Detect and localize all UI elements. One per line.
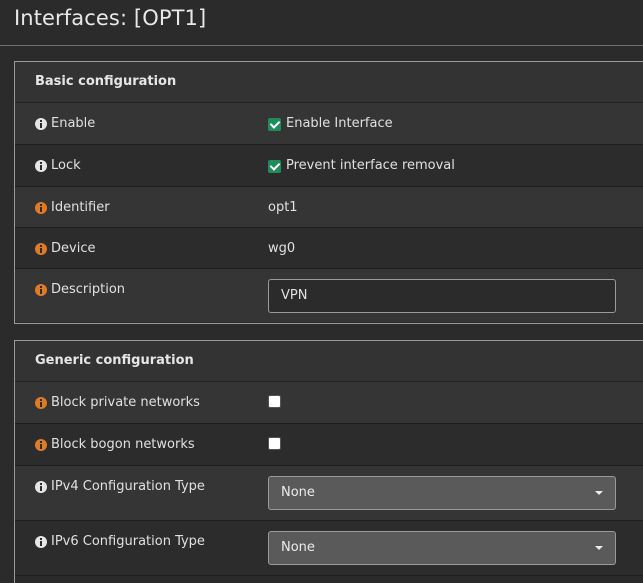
row-device: Device wg0 [15, 228, 643, 269]
info-icon[interactable] [35, 481, 47, 493]
basic-configuration-header: Basic configuration [15, 62, 643, 103]
block-bogon-label[interactable]: Block bogon networks [35, 437, 195, 453]
info-icon[interactable] [35, 160, 47, 172]
info-icon[interactable] [35, 439, 47, 451]
block-private-label-text: Block private networks [51, 395, 200, 410]
identifier-label-text: Identifier [51, 200, 110, 215]
row-ipv4-type: IPv4 Configuration Type None [15, 466, 643, 521]
device-value: wg0 [268, 241, 296, 256]
info-icon[interactable] [35, 536, 47, 548]
generic-configuration-panel: Generic configuration Block private netw… [14, 340, 643, 583]
checkbox-checked-icon[interactable] [268, 117, 281, 131]
ipv4-type-label-text: IPv4 Configuration Type [51, 479, 205, 494]
row-enable: Enable Enable Interface [15, 103, 643, 145]
row-block-bogon: Block bogon networks [15, 424, 643, 466]
info-icon[interactable] [35, 397, 47, 409]
ipv6-type-label-text: IPv6 Configuration Type [51, 534, 205, 549]
block-bogon-checkbox[interactable] [268, 437, 286, 450]
basic-configuration-panel: Basic configuration Enable Enable Interf… [14, 61, 643, 324]
page-title: Interfaces: [OPT1] [14, 6, 207, 30]
block-bogon-label-text: Block bogon networks [51, 437, 195, 452]
block-private-checkbox[interactable] [268, 395, 286, 408]
identifier-value: opt1 [268, 200, 298, 215]
ipv6-type-select[interactable]: None [268, 531, 616, 565]
description-label-text: Description [51, 282, 126, 297]
caret-down-icon [595, 546, 603, 550]
checkbox-unchecked-icon[interactable] [268, 395, 281, 408]
ipv6-type-selected: None [281, 540, 315, 555]
block-private-label[interactable]: Block private networks [35, 395, 200, 411]
enable-interface-label[interactable]: Enable Interface [286, 116, 393, 132]
prevent-removal-checkbox[interactable]: Prevent interface removal [268, 158, 455, 174]
title-bar: Interfaces: [OPT1] [0, 0, 643, 46]
identifier-label[interactable]: Identifier [35, 200, 110, 216]
checkbox-checked-icon[interactable] [268, 159, 281, 173]
checkbox-unchecked-icon[interactable] [268, 437, 281, 450]
ipv6-type-label[interactable]: IPv6 Configuration Type [35, 534, 205, 550]
lock-label[interactable]: Lock [35, 158, 81, 174]
row-ipv6-type: IPv6 Configuration Type None [15, 521, 643, 576]
info-icon[interactable] [35, 284, 47, 296]
row-identifier: Identifier opt1 [15, 187, 643, 228]
info-icon[interactable] [35, 243, 47, 255]
description-label[interactable]: Description [35, 282, 125, 298]
enable-label[interactable]: Enable [35, 116, 95, 132]
enable-interface-checkbox[interactable]: Enable Interface [268, 116, 393, 132]
page: Interfaces: [OPT1] Basic configuration E… [0, 0, 643, 583]
ipv4-type-selected: None [281, 485, 315, 500]
ipv4-type-select[interactable]: None [268, 476, 616, 510]
caret-down-icon [595, 491, 603, 495]
row-description: Description VPN [15, 269, 643, 322]
enable-label-text: Enable [51, 116, 96, 131]
prevent-removal-label[interactable]: Prevent interface removal [286, 158, 455, 174]
row-block-private: Block private networks [15, 382, 643, 424]
device-label[interactable]: Device [35, 241, 95, 257]
ipv4-type-label[interactable]: IPv4 Configuration Type [35, 479, 205, 495]
lock-label-text: Lock [51, 158, 81, 173]
description-input[interactable]: VPN [268, 279, 616, 313]
row-lock: Lock Prevent interface removal [15, 145, 643, 187]
info-icon[interactable] [35, 118, 47, 130]
generic-configuration-header: Generic configuration [15, 341, 643, 382]
device-label-text: Device [51, 241, 96, 256]
info-icon[interactable] [35, 202, 47, 214]
